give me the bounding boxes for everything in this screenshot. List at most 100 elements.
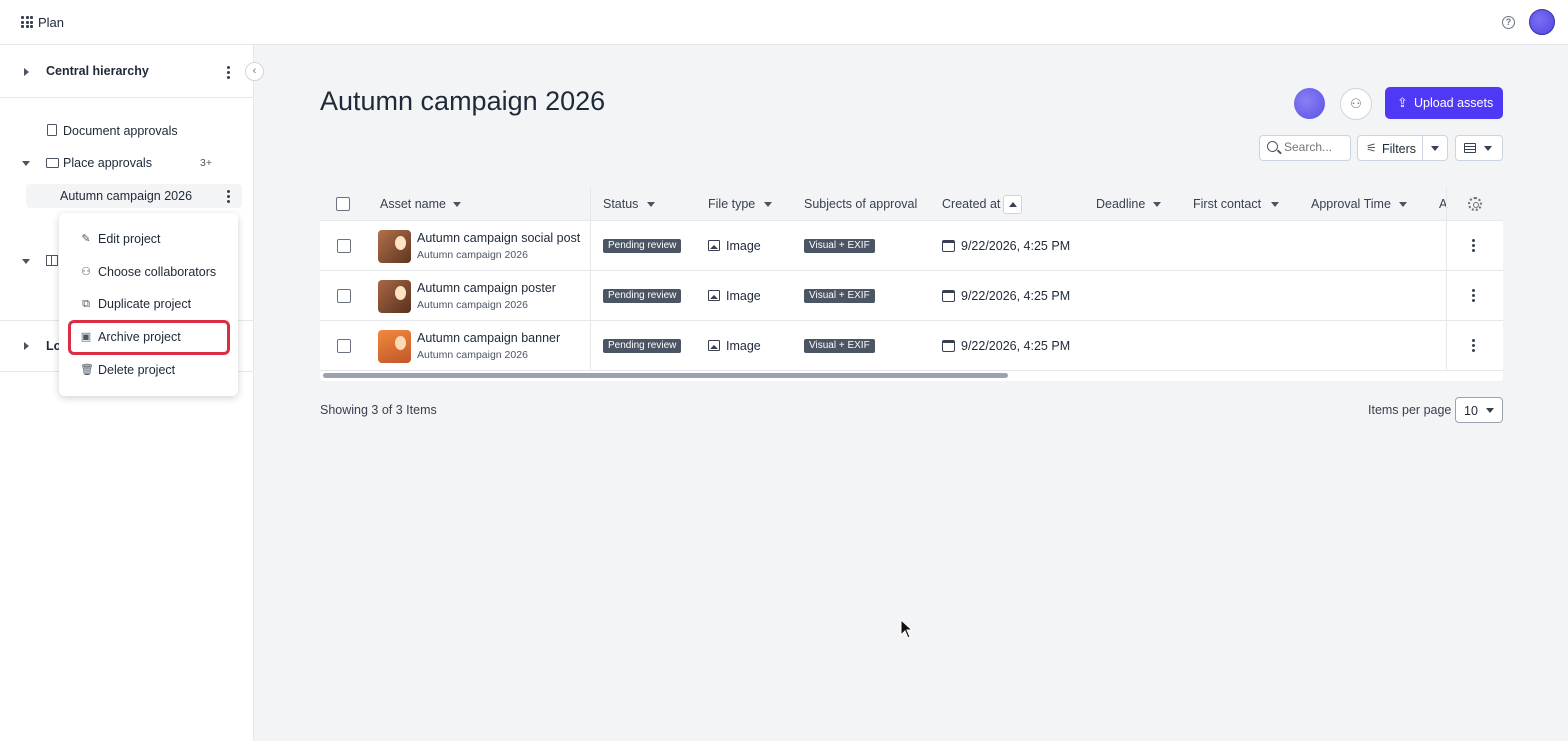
sliders-icon: ⚟ <box>1366 141 1377 155</box>
column-header-subjects[interactable]: Subjects of approval <box>804 197 917 211</box>
chevron-down-icon <box>1431 146 1439 151</box>
sort-ascending-icon[interactable] <box>1003 195 1022 214</box>
image-icon <box>708 290 720 301</box>
asset-project: Autumn campaign 2026 <box>417 299 528 311</box>
row-kebab-icon[interactable] <box>1472 239 1475 252</box>
collapse-caret-icon[interactable] <box>22 259 30 264</box>
asset-thumbnail <box>378 280 411 313</box>
search-input[interactable] <box>1284 140 1348 154</box>
items-count: Showing 3 of 3 Items <box>320 403 437 417</box>
collaborator-avatar[interactable] <box>1294 88 1325 119</box>
select-all-checkbox[interactable] <box>336 197 350 211</box>
file-type: Image <box>726 239 761 253</box>
horizontal-scrollbar[interactable] <box>323 373 1008 378</box>
sidebar-item-document-approvals[interactable]: Document approvals <box>63 124 178 138</box>
items-per-page-value: 10 <box>1464 404 1478 418</box>
filters-dropdown-button[interactable] <box>1422 135 1448 161</box>
filters-button[interactable]: ⚟ Filters <box>1357 135 1423 161</box>
status-badge: Pending review <box>603 289 682 303</box>
row-checkbox[interactable] <box>337 339 351 353</box>
menu-item-duplicate-project[interactable]: ⧉ Duplicate project <box>59 290 238 318</box>
hierarchy-kebab-icon[interactable] <box>227 66 230 79</box>
collapse-sidebar-button[interactable]: ‹ <box>245 62 264 81</box>
user-avatar[interactable] <box>1529 9 1555 35</box>
top-bar: Plan ? <box>0 0 1568 45</box>
file-type: Image <box>726 339 761 353</box>
row-checkbox[interactable] <box>337 239 351 253</box>
project-kebab-icon[interactable] <box>227 190 230 203</box>
table-header: Asset name Status File type Subjects of … <box>320 187 1503 221</box>
asset-project: Autumn campaign 2026 <box>417 349 528 361</box>
folder-open-icon <box>46 158 59 168</box>
menu-item-delete-project[interactable]: 🗑 Delete project <box>59 356 238 384</box>
upload-icon: ⇪ <box>1397 95 1408 110</box>
sort-caret-icon[interactable] <box>1399 202 1407 207</box>
created-at: 9/22/2026, 4:25 PM <box>961 239 1071 253</box>
column-header-first-contact[interactable]: First contact <box>1193 197 1261 211</box>
sidebar-item-autumn-campaign-label: Autumn campaign 2026 <box>60 189 193 203</box>
column-header-approval-time[interactable]: Approval Time <box>1311 197 1391 211</box>
menu-item-edit-project[interactable]: ✎ Edit project <box>59 225 238 253</box>
view-mode-button[interactable] <box>1455 135 1503 161</box>
column-header-asset-name[interactable]: Asset name <box>380 197 446 211</box>
apps-grid-icon[interactable] <box>21 16 33 28</box>
sort-caret-icon[interactable] <box>764 202 772 207</box>
row-kebab-icon[interactable] <box>1472 339 1475 352</box>
asset-name[interactable]: Autumn campaign banner <box>417 331 560 345</box>
expand-caret-icon[interactable] <box>24 342 29 350</box>
image-icon <box>708 240 720 251</box>
app-name[interactable]: Plan <box>38 15 64 30</box>
items-per-page-label: Items per page <box>1368 403 1452 417</box>
chevron-down-icon <box>1486 408 1494 413</box>
image-icon <box>708 340 720 351</box>
file-type: Image <box>726 289 761 303</box>
help-icon[interactable]: ? <box>1502 16 1515 29</box>
search-box[interactable] <box>1259 135 1351 161</box>
menu-item-label: Edit project <box>98 232 161 246</box>
status-badge: Pending review <box>603 239 682 253</box>
duplicate-icon: ⧉ <box>82 298 90 310</box>
column-header-status[interactable]: Status <box>603 197 638 211</box>
sidebar-item-place-approvals[interactable]: Place approvals <box>63 156 152 170</box>
row-checkbox[interactable] <box>337 289 351 303</box>
menu-item-choose-collaborators[interactable]: ⚇ Choose collaborators <box>59 258 238 286</box>
sort-caret-icon[interactable] <box>1153 202 1161 207</box>
document-icon <box>47 124 57 136</box>
asset-project: Autumn campaign 2026 <box>417 249 528 261</box>
gear-icon[interactable] <box>1468 197 1482 211</box>
menu-item-label: Delete project <box>98 363 176 377</box>
sort-caret-icon[interactable] <box>453 202 461 207</box>
created-at: 9/22/2026, 4:25 PM <box>961 289 1071 303</box>
chevron-down-icon <box>1484 146 1492 151</box>
sort-caret-icon[interactable] <box>647 202 655 207</box>
items-per-page-select[interactable]: 10 <box>1455 397 1503 423</box>
collapse-caret-icon[interactable] <box>22 161 30 166</box>
add-collaborator-button[interactable]: ⚇ <box>1340 88 1372 120</box>
expand-caret-icon[interactable] <box>24 68 29 76</box>
table-row[interactable]: Autumn campaign poster Autumn campaign 2… <box>320 271 1503 321</box>
row-kebab-icon[interactable] <box>1472 289 1475 302</box>
column-header-deadline[interactable]: Deadline <box>1096 197 1145 211</box>
subjects-badge: Visual + EXIF <box>804 239 875 253</box>
menu-item-label: Duplicate project <box>98 297 192 311</box>
column-header-file-type[interactable]: File type <box>708 197 755 211</box>
calendar-icon <box>942 340 955 352</box>
asset-name[interactable]: Autumn campaign social post <box>417 231 580 245</box>
pencil-icon: ✎ <box>81 233 91 245</box>
hierarchy-title[interactable]: Central hierarchy <box>46 64 149 78</box>
upload-assets-button[interactable]: ⇪ Upload assets <box>1385 87 1503 119</box>
subjects-badge: Visual + EXIF <box>804 339 875 353</box>
sort-caret-icon[interactable] <box>1271 202 1279 207</box>
project-context-menu: ✎ Edit project ⚇ Choose collaborators ⧉ … <box>59 213 238 396</box>
layout-icon <box>46 255 58 266</box>
asset-name[interactable]: Autumn campaign poster <box>417 281 556 295</box>
table-row[interactable]: Autumn campaign banner Autumn campaign 2… <box>320 321 1503 371</box>
page-title: Autumn campaign 2026 <box>320 86 606 116</box>
table-row[interactable]: Autumn campaign social post Autumn campa… <box>320 221 1503 271</box>
filters-label: Filters <box>1382 142 1417 156</box>
sidebar-divider <box>0 97 254 98</box>
calendar-icon <box>942 240 955 252</box>
calendar-icon <box>942 290 955 302</box>
asset-thumbnail <box>378 330 411 363</box>
column-header-created-at[interactable]: Created at <box>942 197 1000 211</box>
